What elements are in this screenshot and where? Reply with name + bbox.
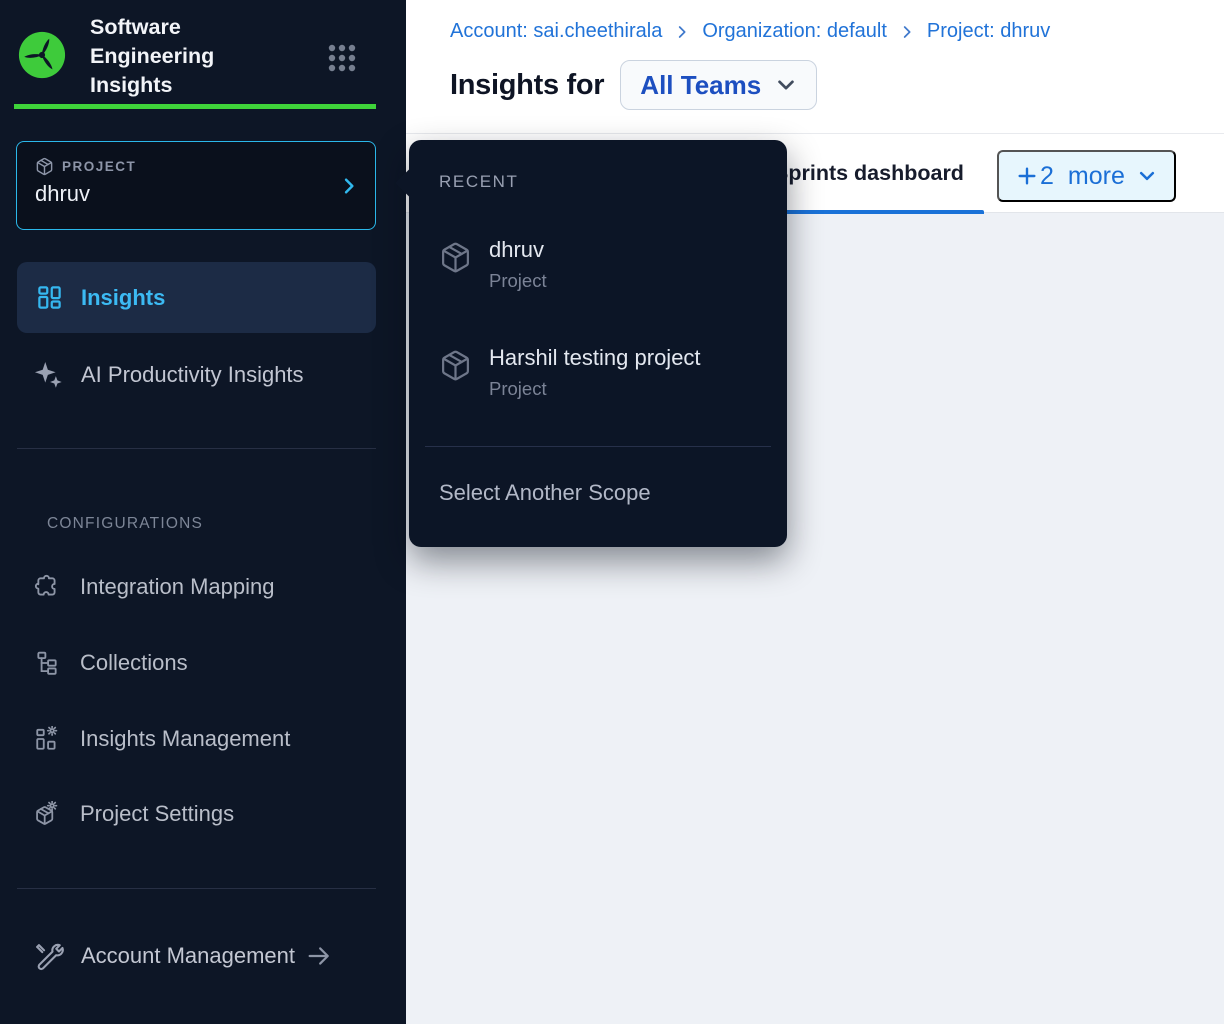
team-selector-value: All Teams bbox=[640, 70, 761, 101]
project-name: dhruv bbox=[35, 181, 357, 207]
tab-sprints-dashboard[interactable]: Sprints dashboard bbox=[758, 134, 984, 213]
chevron-right-icon bbox=[674, 24, 690, 40]
project-scope-selector[interactable]: PROJECT dhruv bbox=[16, 141, 376, 230]
sidebar: Software Engineering Insights PROJECT dh… bbox=[0, 0, 406, 1024]
chevron-down-icon bbox=[775, 74, 797, 96]
page-title: Insights for bbox=[450, 69, 604, 102]
sidebar-divider bbox=[17, 888, 376, 889]
package-icon bbox=[35, 157, 54, 176]
sidebar-item-label: Integration Mapping bbox=[80, 574, 274, 600]
scope-item-dhruv[interactable]: dhruv Project bbox=[439, 236, 771, 292]
breadcrumb: Account: sai.cheethirala Organization: d… bbox=[450, 20, 1050, 43]
page-header: Account: sai.cheethirala Organization: d… bbox=[406, 0, 1224, 134]
sidebar-item-collections[interactable]: Collections bbox=[17, 630, 376, 696]
active-tab-indicator bbox=[758, 210, 984, 214]
scope-item-harshil-testing-project[interactable]: Harshil testing project Project bbox=[439, 344, 771, 400]
sidebar-item-account-management[interactable]: Account Management bbox=[17, 926, 376, 986]
dashboard-icon bbox=[36, 284, 63, 311]
sidebar-item-project-settings[interactable]: Project Settings bbox=[17, 781, 376, 847]
panel-divider bbox=[425, 446, 771, 447]
box-gear-icon bbox=[34, 801, 60, 827]
sidebar-item-label: Collections bbox=[80, 650, 188, 676]
sidebar-item-ai-productivity[interactable]: AI Productivity Insights bbox=[17, 341, 376, 409]
app-title: Software Engineering Insights bbox=[90, 13, 260, 100]
chevron-down-icon bbox=[1137, 166, 1157, 186]
chevron-right-icon bbox=[899, 24, 915, 40]
team-selector-button[interactable]: All Teams bbox=[620, 60, 817, 110]
scope-item-name: dhruv bbox=[489, 236, 547, 264]
brand-accent-bar bbox=[14, 104, 376, 109]
brand-header: Software Engineering Insights bbox=[0, 0, 406, 104]
tools-icon bbox=[33, 941, 64, 972]
sidebar-item-label: Account Management bbox=[81, 943, 295, 969]
chevron-right-icon bbox=[339, 176, 359, 196]
sidebar-divider bbox=[17, 448, 376, 449]
scope-item-type: Project bbox=[489, 378, 701, 400]
breadcrumb-account-link[interactable]: Account: sai.cheethirala bbox=[450, 20, 662, 43]
breadcrumb-organization-link[interactable]: Organization: default bbox=[702, 20, 887, 43]
tab-label: Sprints dashboard bbox=[774, 161, 964, 186]
app-logo-icon bbox=[17, 30, 67, 80]
sidebar-item-label: AI Productivity Insights bbox=[81, 362, 304, 388]
arrow-right-icon bbox=[305, 942, 333, 970]
more-tabs-button[interactable]: 2 more bbox=[997, 150, 1176, 202]
sidebar-item-label: Insights bbox=[81, 285, 165, 311]
select-another-scope-button[interactable]: Select Another Scope bbox=[439, 480, 651, 506]
more-tabs-label: more bbox=[1068, 162, 1125, 191]
configurations-section-label: CONFIGURATIONS bbox=[47, 515, 203, 533]
sidebar-item-label: Insights Management bbox=[80, 726, 290, 752]
more-tabs-count: 2 bbox=[1040, 162, 1054, 191]
sidebar-item-insights-management[interactable]: Insights Management bbox=[17, 706, 376, 772]
grid-gear-icon bbox=[34, 726, 60, 752]
package-icon bbox=[439, 349, 472, 382]
recent-section-label: RECENT bbox=[439, 172, 519, 192]
breadcrumb-project-link[interactable]: Project: dhruv bbox=[927, 20, 1050, 43]
plus-icon bbox=[1016, 165, 1038, 187]
sparkles-icon bbox=[33, 360, 64, 391]
scope-dropdown-panel: RECENT dhruv Project Harshil testing pro… bbox=[409, 140, 787, 547]
sidebar-item-integration-mapping[interactable]: Integration Mapping bbox=[17, 554, 376, 620]
scope-item-type: Project bbox=[489, 270, 547, 292]
package-icon bbox=[439, 241, 472, 274]
tree-icon bbox=[34, 650, 60, 676]
sidebar-item-insights[interactable]: Insights bbox=[17, 262, 376, 333]
puzzle-icon bbox=[34, 574, 60, 600]
sidebar-item-label: Project Settings bbox=[80, 801, 234, 827]
project-kicker-label: PROJECT bbox=[62, 159, 136, 174]
apps-grid-icon[interactable] bbox=[326, 42, 358, 74]
scope-item-name: Harshil testing project bbox=[489, 344, 701, 372]
